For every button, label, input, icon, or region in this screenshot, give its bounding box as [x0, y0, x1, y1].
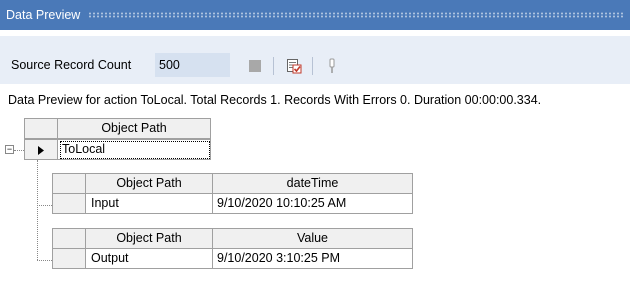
tree-connector: [14, 150, 24, 151]
source-record-count-input[interactable]: 500: [155, 53, 230, 77]
panel-titlebar: Data Preview: [0, 0, 630, 30]
toolbar-separator: [273, 57, 274, 75]
child1-cell-object-path[interactable]: Input: [85, 193, 213, 214]
tree-connector: [37, 205, 52, 206]
titlebar-grip: [88, 12, 624, 18]
root-column-header[interactable]: Object Path: [57, 118, 211, 139]
child1-header-datetime[interactable]: dateTime: [212, 173, 413, 194]
child1-corner-header: [52, 173, 86, 194]
child2-header-value[interactable]: Value: [212, 228, 413, 249]
child2-row-header[interactable]: [52, 248, 86, 269]
current-row-arrow-icon: [38, 146, 44, 155]
child1-row-header[interactable]: [52, 193, 86, 214]
toolbar: Source Record Count 500: [0, 36, 630, 84]
cell-focus-rect: [60, 141, 210, 159]
pin-icon[interactable]: [322, 56, 342, 76]
tree-connector: [37, 260, 52, 261]
toolbar-separator-2: [312, 57, 313, 75]
child1-cell-datetime[interactable]: 9/10/2020 10:10:25 AM: [212, 193, 413, 214]
status-text: Data Preview for action ToLocal. Total R…: [8, 93, 542, 107]
preview-icon[interactable]: [284, 56, 304, 76]
tree-connector-vertical: [37, 160, 38, 260]
child2-cell-value[interactable]: 9/10/2020 3:10:25 PM: [212, 248, 413, 269]
root-corner-header: [24, 118, 58, 139]
panel-title: Data Preview: [6, 8, 81, 22]
stop-icon[interactable]: [245, 56, 265, 76]
source-record-count-label: Source Record Count: [11, 58, 132, 72]
collapse-icon[interactable]: −: [5, 145, 14, 154]
root-row-header[interactable]: [24, 139, 58, 160]
child2-corner-header: [52, 228, 86, 249]
child2-cell-object-path[interactable]: Output: [85, 248, 213, 269]
child1-header-object-path[interactable]: Object Path: [85, 173, 213, 194]
child2-header-object-path[interactable]: Object Path: [85, 228, 213, 249]
